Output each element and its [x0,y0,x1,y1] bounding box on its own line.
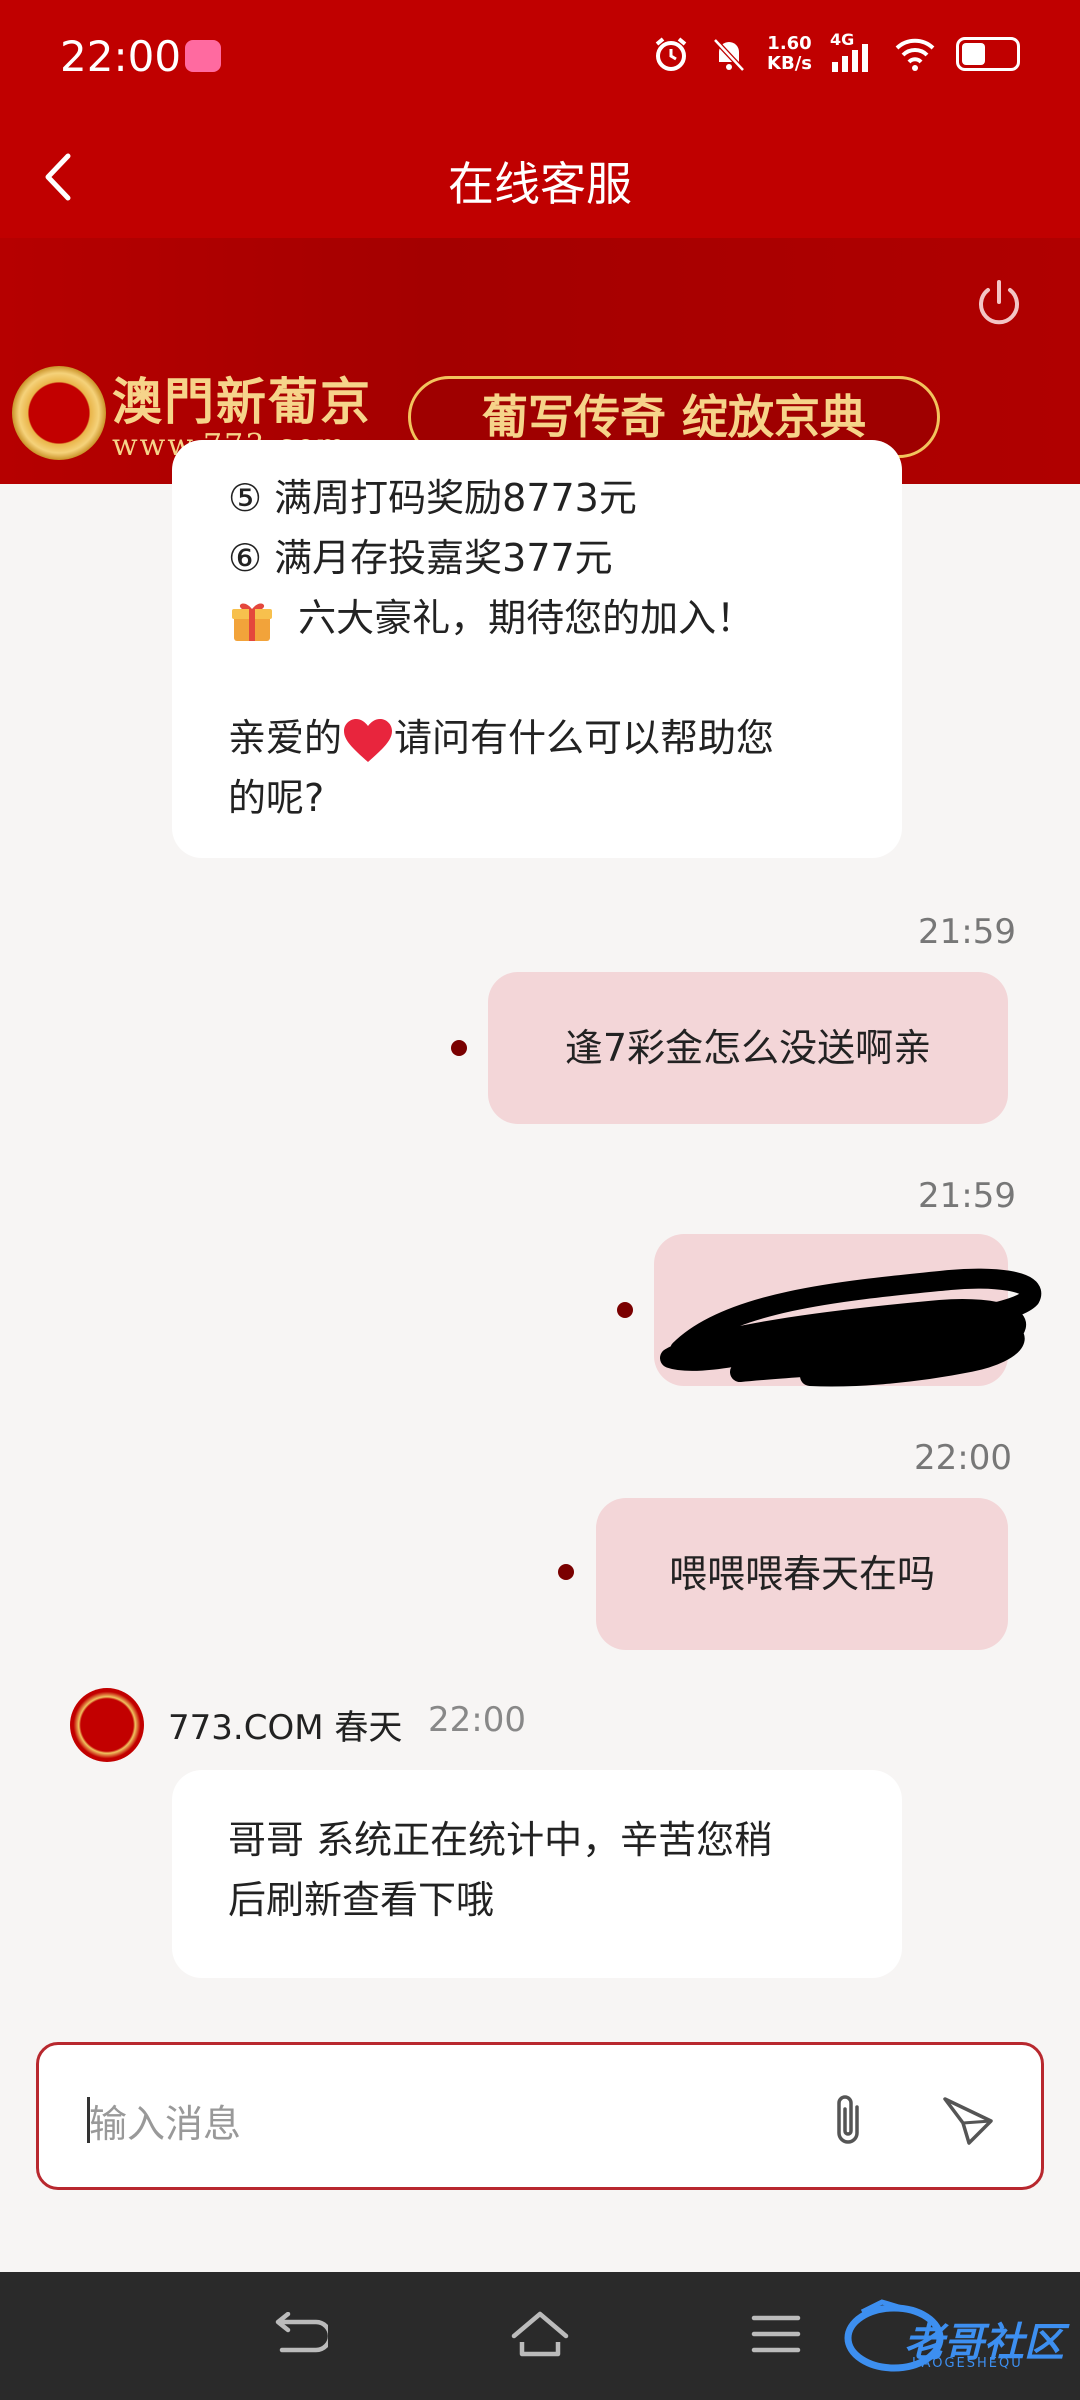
watermark-subtext: LAOGESHEQU [912,2356,1023,2371]
message-line: 亲爱的 请问有什么可以帮助您 [228,708,862,768]
outgoing-message-bubble: 喂喂喂春天在吗 [596,1498,1008,1650]
network-speed-unit: KB/s [767,53,812,74]
message-line: 的呢? [228,776,325,820]
network-speed-value: 1.60 [767,33,812,54]
agent-avatar[interactable] [70,1688,144,1762]
app-notification-icon [185,40,221,72]
message-status-dot [558,1564,574,1580]
heart-icon [344,718,393,762]
message-text: 亲爱的 [228,716,343,760]
outgoing-message-bubble: 逢7彩金怎么没送啊亲 [488,972,1008,1124]
battery-icon [956,37,1020,71]
message-spacer [228,648,862,708]
paperclip-icon[interactable] [823,2089,873,2153]
wifi-icon [895,38,935,71]
message-text: 喂喂喂春天在吗 [668,1552,935,1596]
message-status-dot [451,1040,467,1056]
brand-name: 澳門新葡京 [112,372,372,431]
message-line: ⑥ 满月存投嘉奖377元 [228,536,613,580]
watermark-logo: 老哥社区 LAOGESHEQU [842,2294,1070,2382]
status-icons: 1.60 KB/s 4G [651,30,1020,74]
message-timestamp: 22:00 [914,1438,1012,1478]
alarm-icon [655,37,687,71]
message-timestamp: 21:59 [918,912,1016,952]
send-icon[interactable] [939,2093,997,2149]
status-bar: 22:00 1.60 KB/s 4G [0,0,1080,118]
redaction-scribble [660,1268,1041,1387]
battery-level [962,43,985,65]
power-icon[interactable] [972,276,1026,330]
brand-logo [12,366,106,460]
network-speed: 1.60 KB/s [767,34,812,74]
message-text: 六大豪礼，期待您的加入！ [298,596,755,640]
nav-menu-icon[interactable] [750,2312,802,2356]
sender-name: 773.COM 春天 [168,1708,403,1748]
gift-icon [232,603,272,641]
nav-home-icon[interactable] [508,2308,572,2362]
nav-back-icon[interactable] [272,2312,328,2360]
message-status-dot [617,1302,633,1318]
message-text: 请问有什么可以帮助您 [394,716,775,760]
message-timestamp: 22:00 [428,1700,526,1740]
page-title: 在线客服 [448,157,632,211]
signal-icon [832,44,868,72]
top-bar: 22:00 1.60 KB/s 4G 在线客服 [0,0,1080,238]
message-text: 逢7彩金怎么没送啊亲 [564,1026,932,1070]
message-line: 后刷新查看下哦 [228,1878,495,1922]
incoming-message-bubble: ⑤ 满周打码奖励8773元 ⑥ 满月存投嘉奖377元 六大豪礼，期待您的加入！ … [172,440,902,858]
message-line: ⑤ 满周打码奖励8773元 [228,476,637,520]
system-navigation-bar: 老哥社区 LAOGESHEQU [0,2272,1080,2400]
cellular-signal: 4G [830,30,874,74]
message-input-box[interactable]: 输入消息 [36,2042,1044,2190]
bell-muted-icon [713,38,745,72]
message-line: 哥哥 系统正在统计中，辛苦您稍 [228,1818,773,1862]
message-timestamp: 21:59 [918,1176,1016,1216]
message-line: 六大豪礼，期待您的加入！ [228,588,862,648]
message-input[interactable]: 输入消息 [89,2093,241,2148]
status-time: 22:00 [60,32,182,81]
incoming-message-bubble: 哥哥 系统正在统计中，辛苦您稍 后刷新查看下哦 [172,1770,902,1978]
